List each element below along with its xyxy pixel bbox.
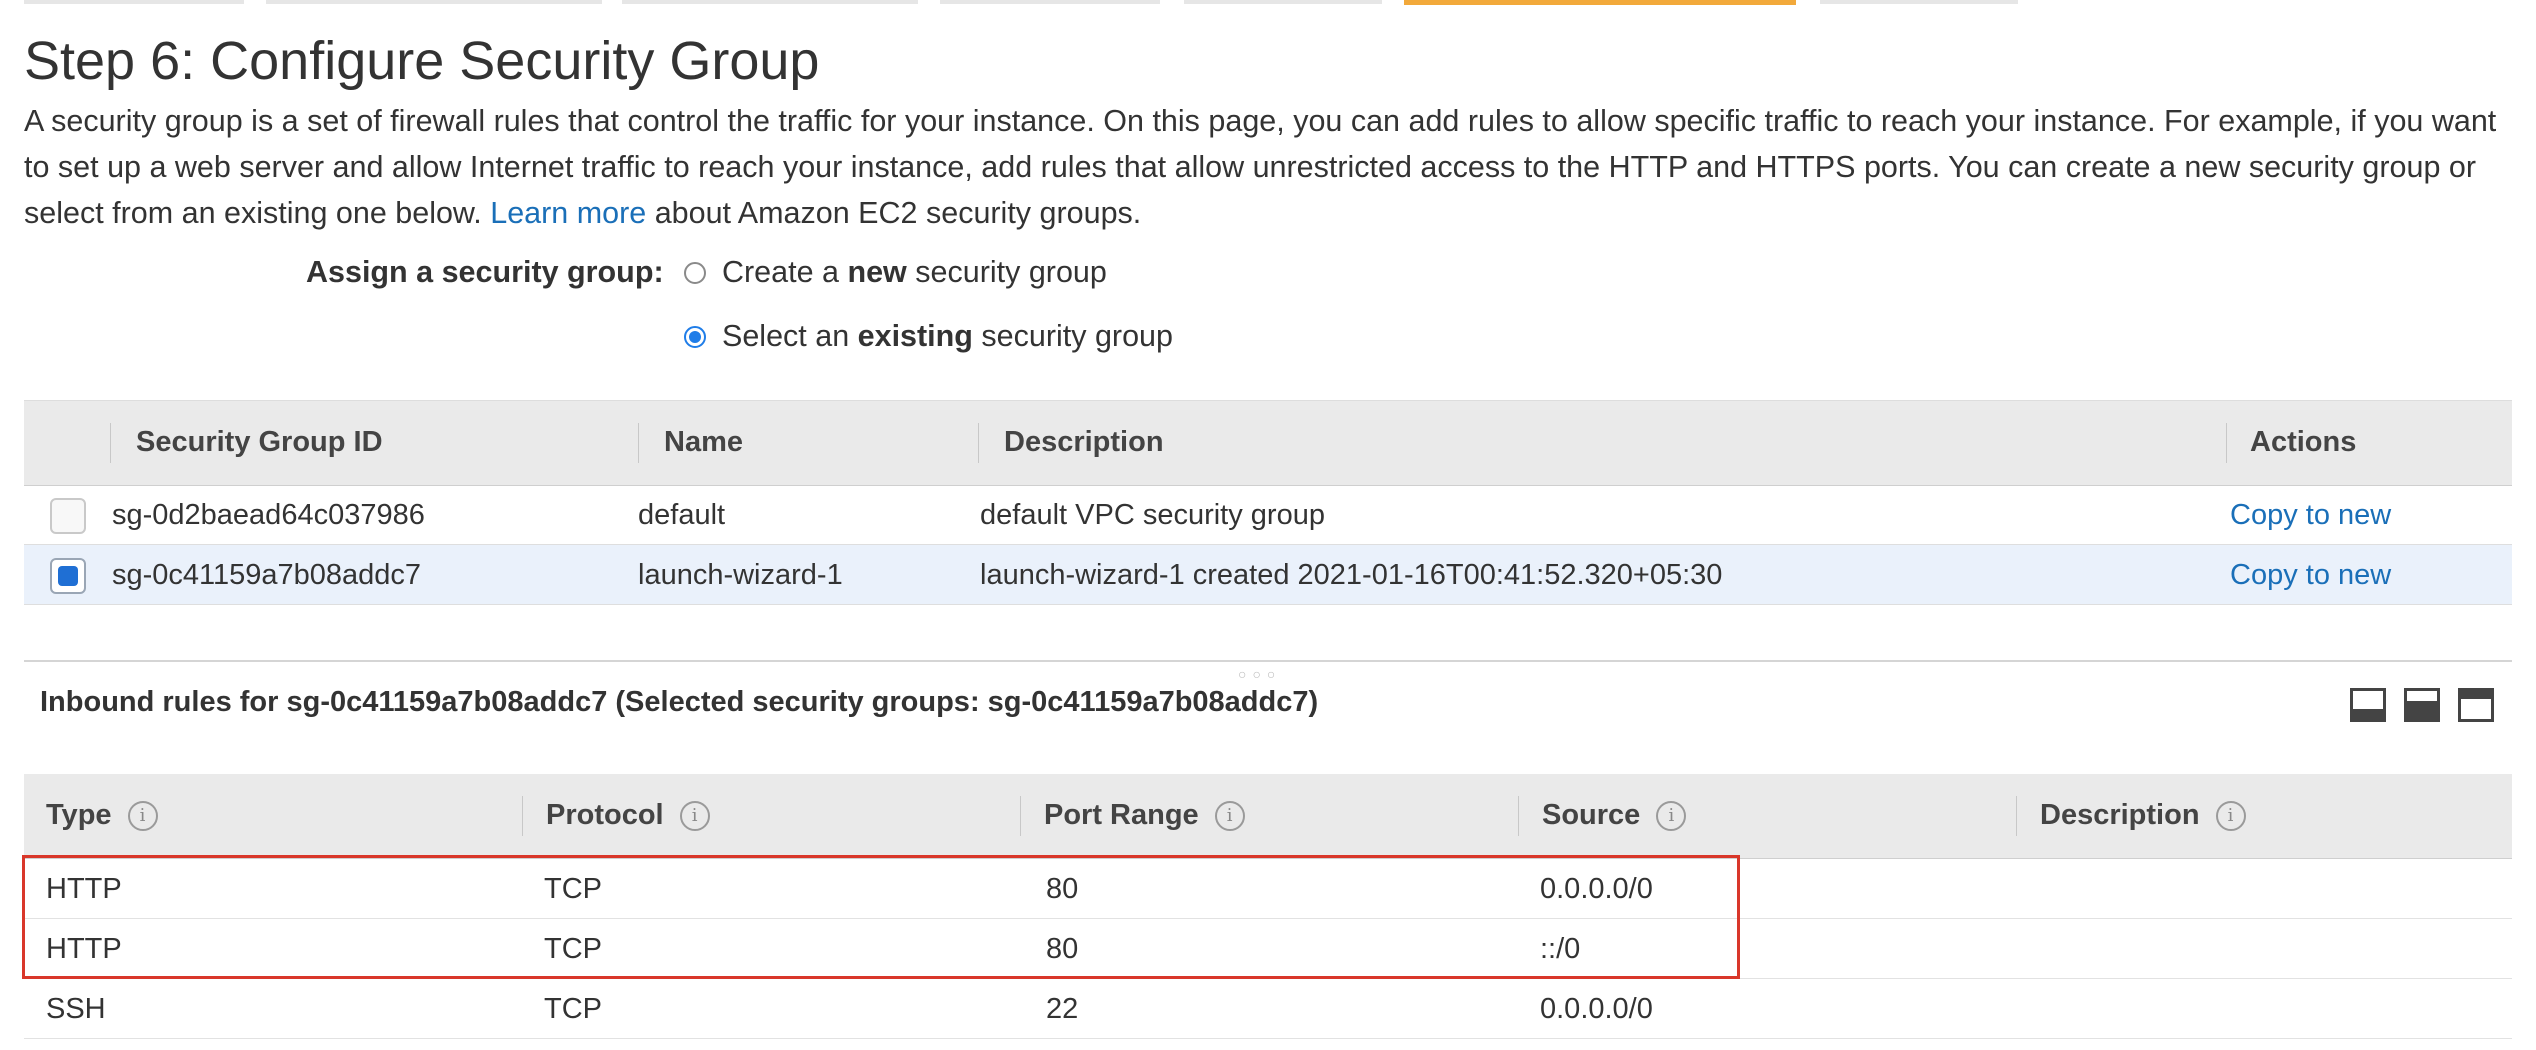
radio-create-new[interactable]: Create a new security group [684,255,1107,290]
col-description[interactable]: Description [1004,426,1164,459]
wizard-tab-4[interactable] [940,0,1160,4]
resize-grip-icon[interactable]: ○○○ [1238,666,1281,682]
col-port-range: Port Range i [1044,799,1245,832]
rule-protocol: TCP [544,993,602,1025]
page-title: Step 6: Configure Security Group [24,31,820,91]
panel-maximize-icon[interactable] [2458,688,2494,722]
sg-description: launch-wizard-1 created 2021-01-16T00:41… [980,559,1723,591]
radio-create-new-control[interactable] [684,261,706,284]
intro-text-body: A security group is a set of firewall ru… [24,104,2497,230]
radio-select-existing[interactable]: Select an existing security group [684,319,1173,354]
table-row-selected[interactable]: sg-0c41159a7b08addc7 launch-wizard-1 lau… [24,545,2512,605]
radio-create-new-label: Create a new security group [722,255,1107,289]
row-checkbox-checked[interactable] [50,558,86,594]
radio-select-existing-label: Select an existing security group [722,319,1173,353]
inbound-rules-header: Type i Protocol i Port Range i Source i Desc… [24,774,2512,859]
inbound-rules-title: Inbound rules for sg-0c41159a7b08addc7 (… [40,686,1319,718]
info-icon[interactable]: i [127,801,158,832]
col-description: Description i [2040,799,2246,832]
sg-id: sg-0c41159a7b08addc7 [112,559,422,591]
wizard-tab-2[interactable] [266,0,602,4]
radio-select-existing-control[interactable] [684,325,706,348]
col-source: Source i [1542,799,1687,832]
sg-description: default VPC security group [980,499,1325,531]
rule-type: SSH [46,993,106,1025]
sg-name: launch-wizard-1 [638,559,843,591]
col-protocol: Protocol i [546,799,710,832]
info-icon[interactable]: i [1214,801,1245,832]
wizard-tab-7[interactable] [1820,0,2018,4]
col-security-group-id[interactable]: Security Group ID [136,426,383,459]
wizard-tab-3[interactable] [622,0,918,4]
intro-text-tail: about Amazon EC2 security groups. [646,196,1142,230]
info-icon[interactable]: i [679,801,710,832]
assign-security-group-label: Assign a security group: [306,255,664,289]
copy-to-new-link[interactable]: Copy to new [2230,499,2391,532]
row-checkbox[interactable] [50,498,86,534]
sg-name: default [638,499,726,531]
info-icon[interactable]: i [1656,801,1687,832]
wizard-tab-6-active[interactable] [1404,0,1796,5]
table-row: SSH TCP 22 0.0.0.0/0 [24,979,2512,1039]
panel-resize-divider[interactable] [24,660,2512,662]
wizard-tab-5[interactable] [1184,0,1382,4]
intro-text: A security group is a set of firewall ru… [24,98,2514,236]
copy-to-new-link[interactable]: Copy to new [2230,559,2391,592]
security-group-table-header: Security Group ID Name Description Actio… [24,400,2512,486]
rule-port: 22 [1046,993,1079,1025]
panel-minimize-icon[interactable] [2350,688,2386,722]
wizard-tab-1[interactable] [24,0,244,4]
panel-half-icon[interactable] [2404,688,2440,722]
rule-source: 0.0.0.0/0 [1540,993,1653,1025]
col-name[interactable]: Name [664,426,743,459]
col-actions: Actions [2250,426,2357,458]
sg-id: sg-0d2baead64c037986 [112,499,425,531]
info-icon[interactable]: i [2215,801,2246,832]
highlight-annotation-box [22,855,1740,979]
learn-more-link[interactable]: Learn more [490,196,646,230]
col-type: Type i [46,799,158,832]
table-row[interactable]: sg-0d2baead64c037986 default default VPC… [24,485,2512,545]
